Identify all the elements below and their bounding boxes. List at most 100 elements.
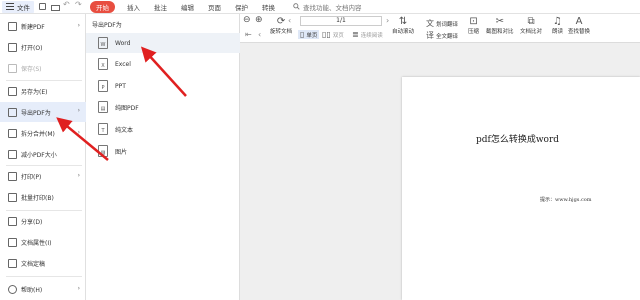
menu-item-open[interactable]: 打开(O): [0, 38, 86, 56]
full-translate-button[interactable]: 译 全文翻译: [426, 30, 458, 41]
menu-item-print[interactable]: 打印(P) ›: [0, 167, 86, 185]
menu-item-label: 新建PDF: [21, 23, 45, 31]
screenshot-icon: ✂: [495, 16, 504, 27]
word-file-icon: W: [98, 37, 108, 49]
compare-label: 文档比对: [520, 29, 543, 35]
export-image-pdf[interactable]: ▤ 纯图PDF: [86, 97, 240, 117]
tab-protect[interactable]: 保护: [235, 2, 248, 12]
undo-icon[interactable]: [63, 0, 70, 10]
menu-item-label: 保存(S): [21, 65, 42, 73]
document-page[interactable]: [402, 77, 640, 300]
menu-item-batch-print[interactable]: 批量打印(B): [0, 188, 86, 206]
save-as-icon: [8, 86, 17, 96]
zoom-in-icon[interactable]: ⊕: [255, 15, 263, 25]
menu-item-properties[interactable]: 文档属性(I): [0, 233, 86, 251]
ribbon-tabs: 开始 插入 批注 编辑 页面 保护 转换: [90, 0, 289, 13]
menu-item-label: 另存为(E): [21, 88, 48, 96]
zoom-out-icon[interactable]: ⊖: [243, 15, 251, 25]
tab-start[interactable]: 开始: [90, 0, 115, 13]
tab-insert[interactable]: 插入: [127, 2, 140, 12]
ppt-file-icon: P: [98, 80, 108, 92]
menu-item-label: 减小PDF大小: [21, 151, 57, 159]
word-translate-label: 划词翻译: [436, 21, 459, 28]
menu-item-label: 打印(P): [21, 173, 42, 181]
tab-page[interactable]: 页面: [208, 2, 221, 12]
read-aloud-button[interactable]: ♫ 朗读: [552, 16, 563, 35]
menu-item-new-pdf[interactable]: 新建PDF ›: [0, 17, 86, 35]
menu-item-label: 拆分合并(M): [21, 130, 55, 138]
compress-icon: ⊡: [469, 16, 478, 27]
submenu-item-label: Excel: [115, 60, 131, 68]
menu-item-split-merge[interactable]: 拆分合并(M) ›: [0, 124, 86, 142]
menu-item-save-as[interactable]: 另存为(E): [0, 82, 86, 100]
find-replace-label: 查找替换: [568, 29, 591, 35]
batch-print-icon: [8, 192, 17, 202]
first-page-icon[interactable]: ⇤: [245, 30, 252, 39]
compress-button[interactable]: ⊡ 压缩: [468, 16, 479, 35]
print-icon[interactable]: [51, 3, 60, 11]
redo-icon[interactable]: [75, 0, 82, 10]
dual-page-icon: ▯▯: [322, 30, 331, 39]
single-page-button[interactable]: ▯ 单页: [298, 30, 320, 39]
auto-scroll-button[interactable]: ⇅ 自动滚动: [392, 16, 414, 35]
menu-item-label: 批量打印(B): [21, 194, 54, 202]
image-file-icon: ▨: [98, 145, 108, 157]
submenu-item-label: PPT: [115, 82, 126, 90]
menu-item-share[interactable]: 分享(D): [0, 212, 86, 230]
export-excel[interactable]: X Excel: [86, 54, 240, 74]
prev-page-icon[interactable]: ‹: [258, 30, 261, 39]
save-icon: [8, 63, 17, 73]
continuous-label: 连续阅读: [360, 32, 383, 39]
export-word[interactable]: W Word: [86, 33, 240, 53]
tab-convert[interactable]: 转换: [262, 2, 275, 12]
tab-comment[interactable]: 批注: [154, 2, 167, 12]
find-replace-button[interactable]: A 查找替换: [568, 16, 590, 35]
chevron-right-icon: ›: [77, 172, 80, 179]
screenshot-label: 截图和对比: [486, 29, 514, 35]
menu-item-finalize[interactable]: 文档定稿: [0, 254, 86, 272]
menu-item-label: 帮助(H): [21, 286, 43, 294]
finalize-icon: [8, 258, 17, 268]
word-translate-button[interactable]: 文 划词翻译: [426, 18, 458, 29]
auto-scroll-label: 自动滚动: [392, 29, 415, 35]
export-image[interactable]: ▨ 图片: [86, 141, 240, 161]
search-placeholder: 查找功能、文档内容: [303, 3, 362, 12]
submenu-item-label: 纯图PDF: [115, 104, 139, 112]
menu-item-help[interactable]: 帮助(H) ›: [0, 280, 86, 298]
document-compare-button[interactable]: ⧉ 文档比对: [520, 16, 542, 35]
search-icon: [293, 3, 300, 10]
menu-item-label: 文档属性(I): [21, 239, 52, 247]
menu-item-label: 文档定稿: [21, 260, 46, 268]
menu-divider: [6, 210, 82, 211]
share-icon: [8, 216, 17, 226]
tab-edit[interactable]: 编辑: [181, 2, 194, 12]
read-aloud-icon: ♫: [553, 16, 562, 27]
compare-icon: ⧉: [527, 16, 535, 27]
rotate-document-button[interactable]: ⟳ 旋转文档: [270, 16, 292, 35]
screenshot-compare-button[interactable]: ✂ 截图和对比: [486, 16, 514, 35]
translate-icon: 文: [426, 19, 434, 28]
search-box[interactable]: 查找功能、文档内容: [293, 2, 362, 12]
single-page-label: 单页: [306, 32, 318, 39]
menu-item-reduce-size[interactable]: 减小PDF大小: [0, 145, 86, 163]
submenu-item-label: Word: [115, 39, 131, 47]
save-icon[interactable]: [39, 3, 46, 10]
menu-item-save: 保存(S): [0, 59, 86, 77]
new-file-icon: [8, 21, 17, 31]
chevron-right-icon: ›: [77, 107, 80, 114]
rotate-label: 旋转文档: [270, 29, 293, 35]
export-plain-text[interactable]: T 纯文本: [86, 119, 240, 139]
rotate-icon: ⟳: [276, 16, 286, 27]
export-ppt[interactable]: P PPT: [86, 76, 240, 96]
menu-item-label: 打开(O): [21, 44, 43, 52]
page-indicator[interactable]: 1/1: [300, 16, 382, 26]
menu-divider: [6, 80, 82, 81]
file-menu-button[interactable]: 文件: [2, 0, 34, 13]
menu-item-export-pdf[interactable]: 导出PDF为 ›: [0, 102, 86, 122]
dual-page-button[interactable]: ▯▯ 双页: [322, 30, 344, 39]
continuous-read-button[interactable]: ≣ 连续阅读: [352, 30, 383, 39]
single-page-icon: ▯: [300, 30, 305, 39]
print-icon: [8, 171, 17, 181]
page-down-icon[interactable]: ›: [386, 16, 389, 25]
chevron-right-icon: ›: [77, 22, 80, 29]
